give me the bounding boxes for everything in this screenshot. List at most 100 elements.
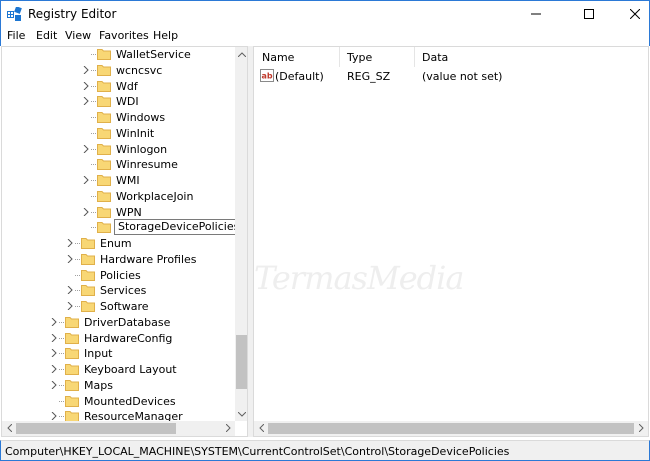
folder-icon (65, 348, 79, 360)
values-list-pane[interactable]: Name Type Data ab (Default) REG_SZ (valu… (253, 46, 649, 437)
menu-bar: File Edit View Favorites Help (0, 27, 650, 46)
maximize-button[interactable] (566, 1, 612, 27)
tree-node[interactable]: WPN (82, 205, 232, 220)
tree-node[interactable]: Windows (82, 110, 232, 125)
tree-vertical-scroll-thumb[interactable] (236, 335, 247, 389)
tree-node[interactable]: Enum (66, 236, 232, 251)
folder-icon (97, 206, 111, 218)
chevron-right-icon[interactable] (82, 81, 90, 90)
minimize-button[interactable] (513, 1, 559, 27)
value-type: REG_SZ (347, 70, 391, 83)
chevron-right-icon[interactable] (66, 239, 74, 247)
title-bar: Registry Editor (0, 0, 650, 27)
scroll-down-icon[interactable] (235, 407, 247, 421)
scroll-left-icon[interactable] (2, 421, 16, 435)
column-divider[interactable] (414, 47, 415, 67)
chevron-right-icon[interactable] (82, 176, 90, 184)
chevron-right-icon[interactable] (66, 302, 74, 310)
tree-connector (91, 164, 96, 166)
tree-node[interactable]: StorageDevicePolicies (82, 219, 244, 236)
list-horizontal-scroll-thumb[interactable] (268, 423, 634, 434)
chevron-right-icon[interactable] (50, 412, 58, 421)
tree-node[interactable]: Hardware Profiles (66, 252, 232, 267)
tree-node-label: Winlogon (116, 142, 168, 156)
chevron-right-icon[interactable] (50, 317, 58, 326)
menu-edit[interactable]: Edit (36, 29, 57, 42)
key-tree-pane[interactable]: WalletService wcncsvc Wdf WDI Windows WinInit… (1, 46, 248, 437)
chevron-right-icon[interactable] (50, 365, 58, 373)
tree-connector (91, 85, 96, 87)
folder-icon (97, 143, 111, 155)
scroll-up-icon[interactable] (235, 47, 247, 61)
tree-connector (91, 227, 96, 229)
watermark-text: TermasMedia (254, 259, 464, 297)
tree-node[interactable]: Policies (66, 268, 232, 283)
tree-node-label: Input (84, 347, 113, 361)
tree-connector (91, 117, 96, 118)
tree-node[interactable]: Software (66, 299, 232, 314)
tree-connector (91, 54, 96, 55)
tree-connector (59, 400, 64, 402)
current-key-path: Computer\HKEY_LOCAL_MACHINE\SYSTEM\Curre… (5, 445, 510, 458)
tree-node[interactable]: Winlogon (82, 142, 232, 157)
tree-node[interactable]: WinInit (82, 126, 232, 141)
folder-icon (97, 112, 111, 123)
tree-connector (75, 306, 80, 307)
tree-node[interactable]: WorkplaceJoin (82, 189, 232, 204)
menu-favorites[interactable]: Favorites (99, 29, 149, 42)
tree-node[interactable]: WDI (82, 94, 232, 109)
column-header-data[interactable]: Data (422, 51, 448, 64)
tree-node[interactable]: wcncsvc (82, 63, 232, 78)
tree-node[interactable]: WMI (82, 173, 232, 188)
close-button[interactable] (612, 1, 650, 27)
folder-icon (97, 64, 111, 76)
tree-connector (91, 180, 96, 181)
tree-connector (91, 69, 96, 71)
tree-node-label: MountedDevices (84, 394, 176, 408)
scroll-left-icon[interactable] (254, 421, 268, 435)
column-header-name[interactable]: Name (262, 51, 294, 64)
tree-node[interactable]: HardwareConfig (50, 331, 232, 346)
chevron-right-icon[interactable] (50, 333, 58, 342)
chevron-right-icon[interactable] (50, 349, 58, 358)
scroll-right-icon[interactable] (634, 421, 648, 435)
chevron-right-icon[interactable] (82, 207, 90, 216)
tree-node[interactable]: MountedDevices (50, 394, 232, 409)
scroll-right-icon[interactable] (221, 421, 235, 435)
tree-node[interactable]: WalletService (82, 47, 232, 62)
tree-horizontal-scrollbar[interactable] (2, 421, 235, 436)
chevron-right-icon[interactable] (50, 380, 58, 389)
string-value-icon: ab (260, 69, 274, 82)
tree-node-label: Wdf (116, 79, 138, 93)
tree-connector (91, 211, 96, 213)
chevron-right-icon[interactable] (82, 144, 90, 153)
tree-node-label: Windows (116, 111, 166, 124)
menu-view[interactable]: View (65, 29, 91, 42)
value-row[interactable]: ab (Default) REG_SZ (value not set) (254, 67, 648, 85)
tree-node[interactable]: Input (50, 346, 232, 361)
tree-node-label: Hardware Profiles (100, 252, 197, 266)
tree-node-label: DriverDatabase (84, 315, 171, 329)
folder-icon (81, 301, 95, 312)
value-data: (value not set) (422, 70, 503, 83)
tree-node[interactable]: Maps (50, 378, 232, 393)
tree-node[interactable]: Services (66, 283, 232, 298)
tree-connector (75, 274, 80, 276)
tree-node[interactable]: Wdf (82, 79, 232, 94)
chevron-right-icon[interactable] (82, 97, 90, 106)
tree-vertical-scrollbar[interactable] (235, 47, 247, 421)
menu-help[interactable]: Help (153, 29, 178, 42)
menu-file[interactable]: File (7, 29, 25, 42)
column-header-type[interactable]: Type (347, 51, 372, 64)
close-icon (630, 9, 640, 19)
tree-node[interactable]: DriverDatabase (50, 315, 232, 330)
selected-key-label: StorageDevicePolicies (114, 219, 244, 236)
tree-horizontal-scroll-thumb[interactable] (16, 423, 176, 434)
chevron-right-icon[interactable] (66, 254, 74, 263)
tree-node[interactable]: Winresume (82, 157, 232, 172)
chevron-right-icon[interactable] (82, 65, 90, 74)
tree-node[interactable]: Keyboard Layout (50, 362, 232, 377)
column-divider[interactable] (339, 47, 340, 67)
chevron-right-icon[interactable] (66, 286, 74, 295)
list-horizontal-scrollbar[interactable] (254, 421, 648, 436)
